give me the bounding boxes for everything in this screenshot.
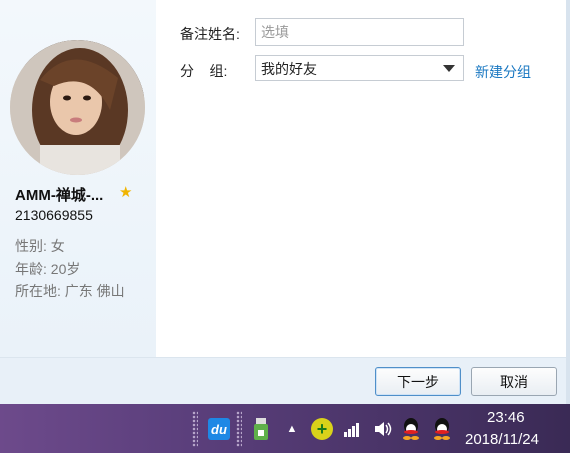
age-info: 年龄: 20岁 — [15, 259, 80, 279]
window-edge — [566, 0, 570, 404]
age-value: 20岁 — [50, 261, 81, 277]
age-label: 年龄: — [15, 261, 47, 277]
location-info: 所在地: 广东 佛山 — [15, 281, 125, 301]
add-friend-dialog: AMM-禅城-... ★ 2130669855 性别: 女 年龄: 20岁 所在… — [0, 0, 570, 405]
qq-icon[interactable] — [401, 418, 421, 440]
gender-info: 性别: 女 — [15, 236, 65, 256]
clock-date[interactable]: 2018/11/24 — [465, 431, 539, 448]
avatar-image — [10, 40, 145, 175]
baidu-disk-icon[interactable]: du — [208, 418, 230, 440]
profile-panel: AMM-禅城-... ★ 2130669855 性别: 女 年龄: 20岁 所在… — [0, 0, 156, 357]
gender-value: 女 — [50, 238, 65, 254]
cancel-button[interactable]: 取消 — [471, 367, 557, 396]
nickname: AMM-禅城-... — [15, 187, 104, 204]
location-value: 广东 佛山 — [64, 283, 125, 299]
clock-time[interactable]: 23:46 — [487, 409, 525, 426]
next-button[interactable]: 下一步 — [375, 367, 461, 396]
gender-label: 性别: — [15, 238, 47, 254]
new-group-link[interactable]: 新建分组 — [475, 62, 531, 82]
network-signal-icon[interactable] — [342, 418, 364, 440]
group-select-value: 我的好友 — [261, 61, 317, 77]
group-select[interactable]: 我的好友 — [255, 55, 464, 81]
qq-number: 2130669855 — [15, 207, 93, 223]
group-label: 分 组: — [180, 63, 228, 79]
star-icon: ★ — [119, 184, 133, 201]
usb-icon[interactable] — [250, 418, 272, 440]
show-hidden-icons-chevron[interactable]: ▲ — [281, 418, 303, 440]
avatar — [10, 40, 145, 175]
taskbar-grip[interactable] — [236, 411, 242, 447]
volume-icon[interactable] — [372, 418, 394, 440]
remark-input[interactable] — [255, 18, 464, 46]
360-plus-icon[interactable]: + — [311, 418, 333, 440]
taskbar-grip[interactable] — [192, 411, 198, 447]
location-label: 所在地: — [15, 283, 61, 299]
qq-icon[interactable] — [432, 418, 452, 440]
remark-label: 备注姓名: — [180, 26, 240, 42]
dropdown-arrow-icon[interactable] — [443, 65, 455, 72]
